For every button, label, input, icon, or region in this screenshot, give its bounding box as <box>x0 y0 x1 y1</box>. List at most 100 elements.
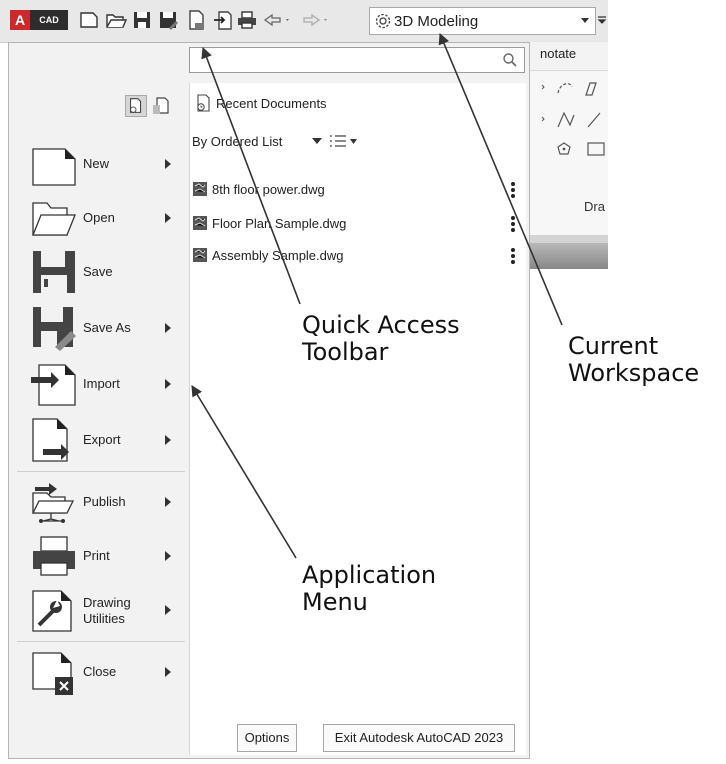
close-file-icon <box>32 652 73 695</box>
customize-toolbar-icon[interactable] <box>596 14 608 26</box>
recent-document-row[interactable]: Floor Plan Sample.dwg <box>192 213 522 235</box>
callout-line: Toolbar <box>302 338 389 366</box>
recent-documents-title: Recent Documents <box>216 96 327 111</box>
ribbon-draw-panel: Dra <box>530 70 608 237</box>
application-menu: New Open Save Save As Import Export Publ… <box>8 42 530 759</box>
publish-icon[interactable] <box>186 9 208 31</box>
menu-item-label-line1: Drawing <box>83 595 131 610</box>
more-options-icon[interactable] <box>510 247 516 265</box>
open-icon[interactable] <box>105 9 127 31</box>
application-button[interactable]: A CAD <box>10 10 68 30</box>
menu-item-drawing-utilities[interactable]: Drawing Utilities <box>31 587 181 633</box>
new-icon[interactable] <box>78 9 100 31</box>
submenu-arrow-icon <box>165 379 171 389</box>
recent-documents-view-icon[interactable] <box>125 95 147 117</box>
plot-icon[interactable] <box>236 9 258 31</box>
submenu-arrow-icon <box>165 551 171 561</box>
submenu-arrow-icon <box>165 435 171 445</box>
menu-item-new[interactable]: New <box>31 141 181 187</box>
workspace-dropdown[interactable]: 3D Modeling <box>369 7 596 35</box>
callout-application-menu: Application Menu <box>302 562 436 616</box>
menu-item-label: Close <box>83 664 117 679</box>
save-icon <box>33 251 75 293</box>
recent-document-row[interactable]: Assembly Sample.dwg <box>192 245 522 267</box>
app-logo-text: CAD <box>30 10 68 30</box>
redo-icon[interactable] <box>300 9 330 31</box>
menu-item-label: Save As <box>83 320 131 335</box>
panel-title-draw: Dra <box>584 199 605 214</box>
dwg-file-icon <box>193 182 207 196</box>
save-icon[interactable] <box>131 9 153 31</box>
publish-icon <box>31 483 75 523</box>
recent-documents-icon <box>197 94 210 112</box>
open-folder-icon <box>32 202 76 236</box>
menu-item-label: Open <box>83 210 115 225</box>
sort-controls: By Ordered List <box>192 131 392 151</box>
recent-document-row[interactable]: 8th floor power.dwg <box>192 179 522 201</box>
more-options-icon[interactable] <box>510 181 516 199</box>
menu-item-open[interactable]: Open <box>31 195 181 241</box>
exit-button[interactable]: Exit Autodesk AutoCAD 2023 <box>323 724 515 752</box>
options-button[interactable]: Options <box>237 724 297 752</box>
chevron-down-icon <box>581 18 589 23</box>
menu-separator <box>17 471 185 472</box>
menu-item-print[interactable]: Print <box>31 533 181 579</box>
undo-icon[interactable] <box>262 9 292 31</box>
menu-item-label-line2: Utilities <box>83 611 125 626</box>
more-options-icon[interactable] <box>510 215 516 233</box>
workspace-label: 3D Modeling <box>394 13 479 30</box>
ribbon-fragment: notate Dra <box>530 42 608 269</box>
callout-quick-access-toolbar: Quick Access Toolbar <box>302 312 460 366</box>
callout-line: Current <box>568 332 659 360</box>
menu-item-save-as[interactable]: Save As <box>31 305 181 351</box>
callout-line: Quick Access <box>302 311 460 339</box>
gear-icon <box>375 13 391 29</box>
document-name: 8th floor power.dwg <box>212 182 325 197</box>
save-as-icon[interactable] <box>157 9 179 31</box>
menu-item-close[interactable]: Close <box>31 649 181 695</box>
recent-documents-pane: Recent Documents By Ordered List 8th flo… <box>189 83 526 755</box>
menu-separator <box>17 641 185 642</box>
menu-item-label: Drawing Utilities <box>83 595 131 627</box>
new-file-icon <box>32 148 76 186</box>
open-documents-view-icon[interactable] <box>150 95 172 117</box>
list-view-icon[interactable] <box>330 134 358 148</box>
ribbon-divider <box>530 235 608 243</box>
submenu-arrow-icon <box>165 323 171 333</box>
menu-item-label: Print <box>83 548 110 563</box>
menu-item-import[interactable]: Import <box>31 361 181 407</box>
search-icon <box>503 53 517 67</box>
submenu-arrow-icon <box>165 497 171 507</box>
search-field[interactable] <box>189 47 525 73</box>
app-logo-letter: A <box>10 10 30 30</box>
menu-item-label: New <box>83 156 110 171</box>
callout-line: Application <box>302 561 437 589</box>
chevron-down-icon[interactable] <box>312 138 322 144</box>
export-icon <box>32 418 69 462</box>
callout-line: Workspace <box>568 359 700 387</box>
menu-commands-pane: New Open Save Save As Import Export Publ… <box>9 43 187 758</box>
printer-icon <box>33 536 75 576</box>
dwg-file-icon <box>193 216 207 230</box>
submenu-arrow-icon <box>165 213 171 223</box>
callout-line: Menu <box>302 588 368 616</box>
wrench-icon <box>32 590 72 632</box>
dwg-file-icon <box>193 248 207 262</box>
file-tab-bar <box>530 243 608 269</box>
tab-annotate[interactable]: notate <box>540 46 576 61</box>
menu-item-export[interactable]: Export <box>31 417 181 463</box>
draw-tools-icon <box>541 82 605 156</box>
document-name: Assembly Sample.dwg <box>212 248 344 263</box>
menu-item-label: Import <box>83 376 120 391</box>
submenu-arrow-icon <box>165 605 171 615</box>
menu-item-label: Export <box>83 432 121 447</box>
menu-item-publish[interactable]: Publish <box>31 479 181 525</box>
submenu-arrow-icon <box>165 159 171 169</box>
document-name: Floor Plan Sample.dwg <box>212 216 347 231</box>
sort-dropdown-label[interactable]: By Ordered List <box>192 134 282 149</box>
menu-item-label: Publish <box>83 494 126 509</box>
callout-current-workspace: Current Workspace <box>568 333 699 387</box>
menu-item-save[interactable]: Save <box>31 249 181 295</box>
import-icon[interactable] <box>212 9 234 31</box>
save-as-icon <box>33 307 76 351</box>
